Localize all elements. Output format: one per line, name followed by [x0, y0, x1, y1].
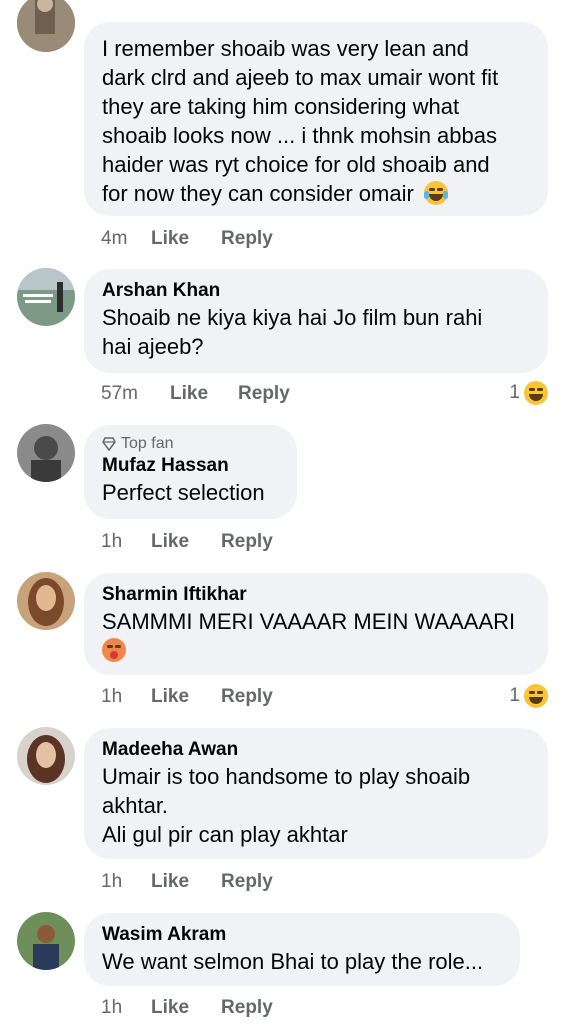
- comment-time[interactable]: 4m: [101, 228, 151, 250]
- reaction-count: 1: [509, 382, 520, 403]
- reply-button[interactable]: Reply: [238, 383, 290, 405]
- like-button[interactable]: Like: [151, 531, 189, 553]
- comment-actions: 1h Like Reply: [101, 686, 273, 708]
- comments-page: I remember shoaib was very lean and dark…: [0, 0, 566, 1024]
- comment-text: SAMMMI MERI VAAAAR MEIN WAAAARI: [102, 609, 516, 634]
- comment-time[interactable]: 57m: [101, 383, 170, 405]
- comment-text: Umair is too handsome to play shoaib akh…: [102, 764, 471, 847]
- comment-time[interactable]: 1h: [101, 686, 151, 708]
- avatar[interactable]: [17, 0, 75, 52]
- comment-time[interactable]: 1h: [101, 997, 151, 1019]
- reaction-summary[interactable]: 1: [509, 684, 548, 708]
- comment-actions: 1h Like Reply: [101, 871, 273, 893]
- avatar[interactable]: [17, 424, 75, 482]
- avatar[interactable]: [17, 912, 75, 970]
- like-button[interactable]: Like: [151, 997, 189, 1019]
- comment-bubble: I remember shoaib was very lean and dark…: [84, 22, 548, 216]
- like-button[interactable]: Like: [170, 383, 208, 405]
- laughing-emoji-icon: [524, 684, 548, 708]
- comment-bubble: Top fan Mufaz Hassan Perfect selection: [84, 425, 297, 519]
- laughing-emoji-icon: [424, 181, 449, 205]
- avatar[interactable]: [17, 727, 75, 785]
- comment-author[interactable]: Madeeha Awan: [102, 738, 530, 762]
- comment-author[interactable]: Sharmin Iftikhar: [102, 583, 530, 607]
- comment-time[interactable]: 1h: [101, 871, 151, 893]
- diamond-icon: [102, 437, 116, 451]
- laughing-emoji-icon: [524, 381, 548, 405]
- reply-button[interactable]: Reply: [221, 228, 273, 250]
- comment-bubble: Wasim Akram We want selmon Bhai to play …: [84, 913, 520, 986]
- comment-author[interactable]: Mufaz Hassan: [102, 454, 279, 478]
- top-fan-badge: Top fan: [102, 434, 279, 454]
- top-fan-label: Top fan: [121, 435, 174, 452]
- comment-actions: 1h Like Reply: [101, 997, 273, 1019]
- comment-text: We want selmon Bhai to play the role...: [102, 949, 484, 974]
- comment-author[interactable]: Arshan Khan: [102, 279, 530, 303]
- like-button[interactable]: Like: [151, 871, 189, 893]
- avatar[interactable]: [17, 572, 75, 630]
- avatar[interactable]: [17, 268, 75, 326]
- comment-bubble: Madeeha Awan Umair is too handsome to pl…: [84, 728, 548, 859]
- comment-text: Perfect selection: [102, 480, 265, 505]
- reply-button[interactable]: Reply: [221, 997, 273, 1019]
- comment-bubble: Sharmin Iftikhar SAMMMI MERI VAAAAR MEIN…: [84, 573, 548, 675]
- comment-bubble: Arshan Khan Shoaib ne kiya kiya hai Jo f…: [84, 269, 548, 373]
- reply-button[interactable]: Reply: [221, 531, 273, 553]
- comment-text: Shoaib ne kiya kiya hai Jo film bun rahi…: [102, 305, 483, 359]
- reply-button[interactable]: Reply: [221, 686, 273, 708]
- comment-time[interactable]: 1h: [101, 531, 151, 553]
- like-button[interactable]: Like: [151, 228, 189, 250]
- hot-face-emoji-icon: [102, 638, 126, 662]
- comment-author[interactable]: Wasim Akram: [102, 923, 502, 947]
- comment-actions: 4m Like Reply: [101, 228, 273, 250]
- like-button[interactable]: Like: [151, 686, 189, 708]
- reaction-count: 1: [509, 685, 520, 706]
- reaction-summary[interactable]: 1: [509, 381, 548, 405]
- comment-actions: 1h Like Reply: [101, 531, 273, 553]
- reply-button[interactable]: Reply: [221, 871, 273, 893]
- comment-actions: 57m Like Reply: [101, 383, 290, 405]
